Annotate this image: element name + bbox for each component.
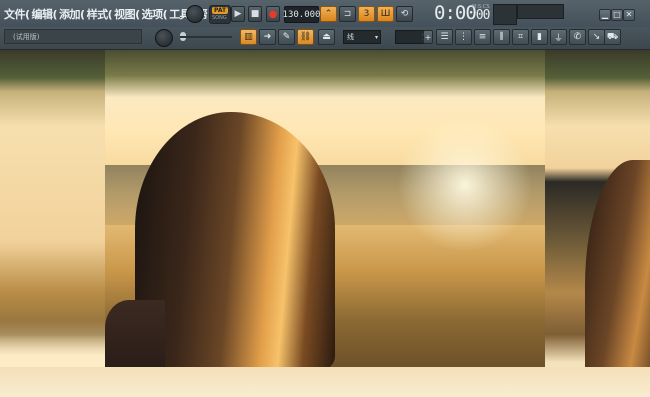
- master-volume-knob[interactable]: [186, 5, 204, 23]
- mixer-icon: ≡: [478, 32, 487, 42]
- minimize-icon: ▁: [601, 10, 609, 19]
- play-icon: ▶: [234, 9, 242, 19]
- chevron-down-icon: ▾: [374, 33, 378, 41]
- hint-bar: (试用版): [4, 29, 142, 44]
- record-button[interactable]: ●: [266, 6, 280, 22]
- countdown-button[interactable]: 3: [358, 6, 375, 22]
- arrow-tool-button[interactable]: ➜: [259, 29, 276, 45]
- girl-hair-silhouette: [135, 112, 335, 367]
- pitch-knob[interactable]: [155, 29, 173, 47]
- time-sub-value: 00: [475, 8, 491, 23]
- brush-icon: ✎: [282, 32, 291, 42]
- countdown-icon: 3: [363, 9, 370, 19]
- menu-add[interactable]: 添加(: [58, 6, 86, 22]
- download-button[interactable]: ↘: [588, 29, 605, 45]
- hair-silhouette-right: [585, 160, 650, 370]
- close-icon: ✕: [625, 10, 633, 19]
- arrow-icon: ➜: [263, 32, 272, 42]
- plugin-button[interactable]: ⏚: [550, 29, 567, 45]
- song-label: SONG: [212, 15, 227, 21]
- channel-rack-icon: ⫼: [499, 32, 504, 42]
- snap-dropdown[interactable]: 线 ▾: [343, 30, 381, 44]
- time-value: 0:00: [434, 2, 477, 24]
- metronome-button[interactable]: ⌃: [320, 6, 337, 22]
- shoulder-shadow: [105, 300, 165, 367]
- pattern-song-toggle[interactable]: PAT SONG: [209, 5, 231, 24]
- sun-glow: [395, 120, 535, 250]
- minimize-button[interactable]: ▁: [599, 9, 611, 21]
- hint-panel: [517, 4, 564, 19]
- link-icon: ⛓: [299, 32, 312, 42]
- stop-icon: ■: [250, 9, 260, 19]
- pattern-label: PAT: [212, 7, 229, 14]
- blend-icon: Ш: [380, 9, 391, 19]
- photo-bottom-band: [0, 367, 650, 397]
- photo-left-panel: [0, 50, 105, 397]
- microphone-icon: ✆: [573, 32, 582, 42]
- maximize-button[interactable]: □: [611, 9, 623, 21]
- menu-options[interactable]: 选项(: [141, 6, 169, 22]
- tempo-display[interactable]: 130.000: [283, 6, 320, 23]
- playlist-icon: ☰: [440, 32, 449, 42]
- download-icon: ↘: [592, 32, 601, 42]
- loop-icon: ⟲: [400, 9, 409, 19]
- cart-button[interactable]: ⛟: [604, 29, 621, 45]
- photo-right-panel: [545, 50, 650, 397]
- channel-rack-button[interactable]: ⫼: [493, 29, 510, 45]
- menu-edit[interactable]: 编辑(: [31, 6, 59, 22]
- file-icon: ▮: [537, 32, 542, 42]
- maximize-icon: □: [613, 10, 621, 19]
- stamp-icon: ⏏: [322, 32, 331, 42]
- workspace-background-image: [0, 50, 650, 397]
- cart-icon: ⛟: [606, 31, 619, 42]
- wait-icon: ⊐: [343, 9, 352, 19]
- cpu-monitor: [493, 4, 517, 25]
- time-format-label: M:S:CS: [472, 4, 490, 10]
- blend-recording-button[interactable]: Ш: [377, 6, 394, 22]
- link-button[interactable]: ⛓: [297, 29, 314, 45]
- menu-file[interactable]: 文件(: [3, 6, 31, 22]
- plug-icon: ⏚: [553, 33, 563, 44]
- stamp-button[interactable]: ⏏: [318, 29, 335, 45]
- menu-patterns[interactable]: 样式(: [86, 6, 114, 22]
- metronome-icon: ⌃: [324, 9, 333, 19]
- daw-window: 文件( 编辑( 添加( 样式( 视图( 选项( 工具( 帮 PAT SONG ▶…: [0, 0, 650, 397]
- stop-button[interactable]: ■: [248, 6, 262, 22]
- wait-input-button[interactable]: ⊐: [339, 6, 356, 22]
- photo-center-panel: [105, 50, 545, 367]
- record-icon: ●: [268, 8, 278, 20]
- sequencer-icon: ⋮: [459, 32, 468, 42]
- plus-icon: +: [424, 32, 432, 42]
- piano-icon: ▥: [244, 32, 253, 42]
- close-button[interactable]: ✕: [623, 9, 635, 21]
- play-button[interactable]: ▶: [231, 6, 245, 22]
- piano-roll-button[interactable]: ▥: [240, 29, 257, 45]
- file-button[interactable]: ▮: [531, 29, 548, 45]
- browser-tree-button[interactable]: ⌗: [512, 29, 529, 45]
- playlist-button[interactable]: ☰: [436, 29, 453, 45]
- tree-icon: ⌗: [517, 32, 524, 42]
- main-toolbar: 文件( 编辑( 添加( 样式( 视图( 选项( 工具( 帮 PAT SONG ▶…: [0, 0, 650, 28]
- microphone-button[interactable]: ✆: [569, 29, 586, 45]
- mixer-button[interactable]: ≡: [474, 29, 491, 45]
- stepper-plus-button[interactable]: +: [423, 30, 433, 44]
- pitch-slider[interactable]: [180, 36, 232, 38]
- brush-tool-button[interactable]: ✎: [278, 29, 295, 45]
- menu-view[interactable]: 视图(: [113, 6, 141, 22]
- snap-value: 线: [347, 33, 354, 41]
- loop-record-button[interactable]: ⟲: [396, 6, 413, 22]
- menu-bar: 文件( 编辑( 添加( 样式( 视图( 选项( 工具( 帮: [3, 6, 208, 22]
- step-sequencer-button[interactable]: ⋮: [455, 29, 472, 45]
